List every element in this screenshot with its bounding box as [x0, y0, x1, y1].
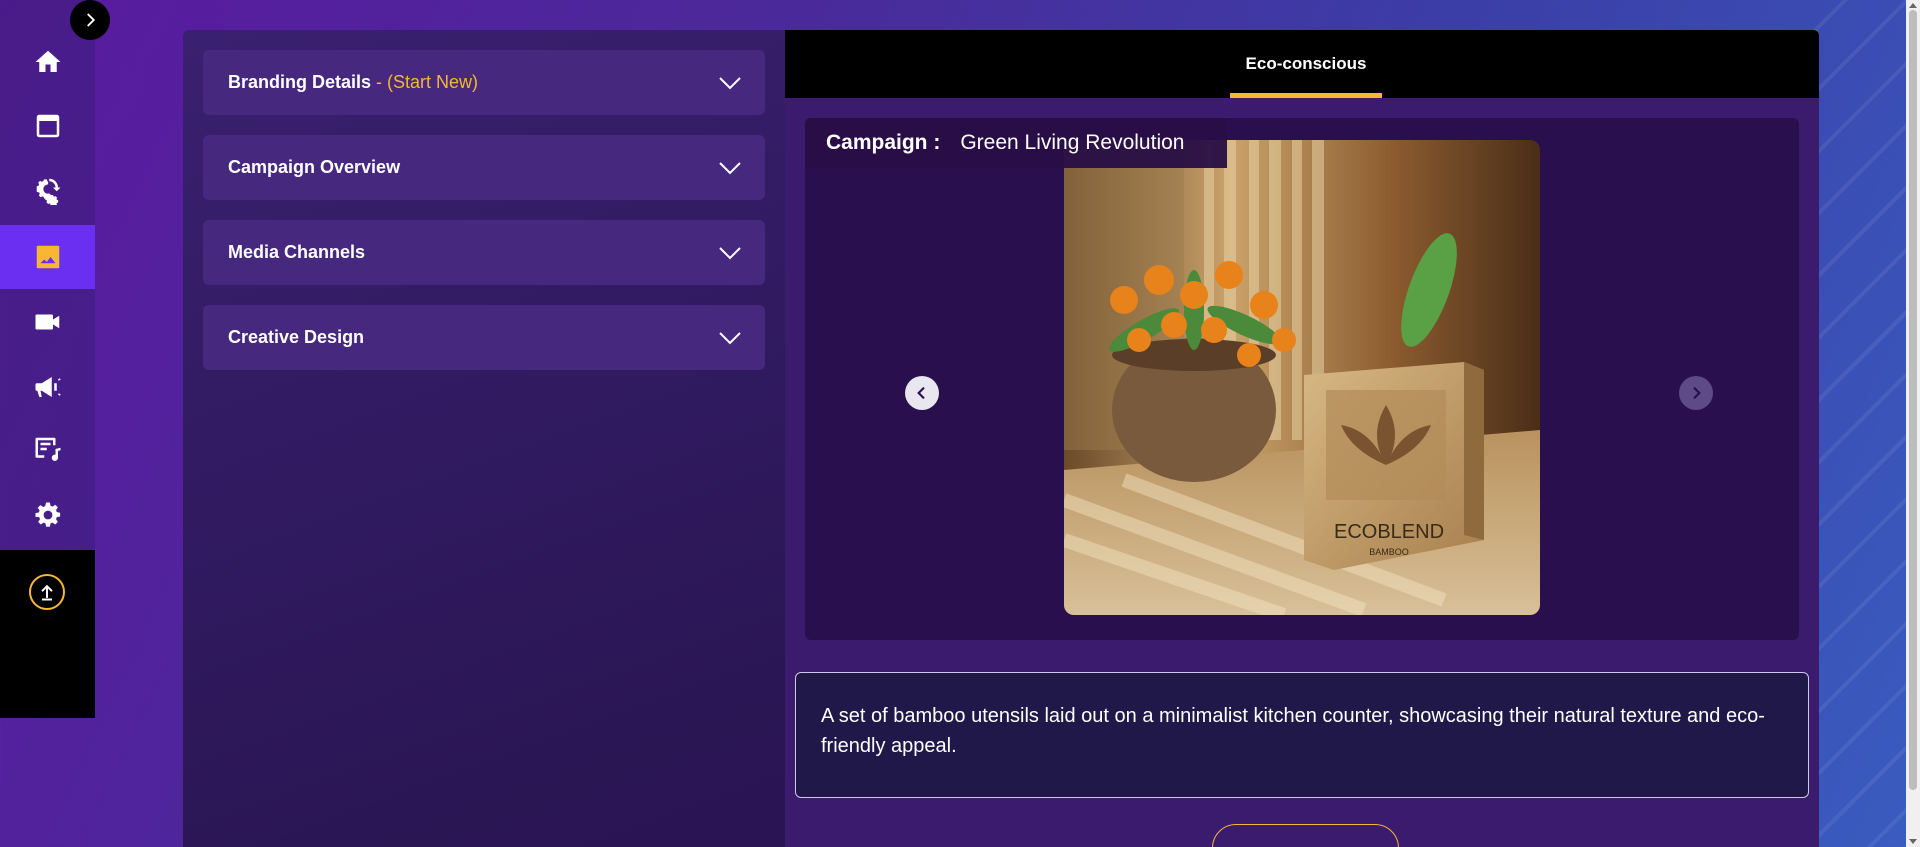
page-scrollbar[interactable]: [1906, 0, 1920, 847]
generate-button[interactable]: Generate: [1212, 824, 1399, 847]
video-icon: [35, 314, 59, 330]
settings-accordion-list: Branding Details - (Start New) Campaign …: [203, 50, 765, 390]
next-image-button[interactable]: [1679, 376, 1713, 410]
accordion-title: Creative Design: [228, 327, 365, 347]
chevron-down-icon: [719, 76, 741, 89]
campaign-key: Campaign :: [826, 131, 941, 154]
image-brand-subtext: BAMBOO: [1369, 547, 1409, 557]
accordion-creative-design[interactable]: Creative Design: [203, 305, 765, 370]
upload-icon: [41, 584, 53, 601]
megaphone-icon: [35, 377, 61, 397]
accordion-campaign-overview[interactable]: Campaign Overview: [203, 135, 765, 200]
tab-active-indicator: [1230, 93, 1382, 98]
sidebar: [0, 0, 95, 718]
tab-eco-conscious[interactable]: Eco-conscious: [1230, 30, 1382, 98]
sidebar-item-audio[interactable]: [0, 417, 95, 481]
accordion-branding-details[interactable]: Branding Details - (Start New): [203, 50, 765, 115]
sidebar-item-automation[interactable]: [0, 158, 95, 222]
preview-panel: Eco-conscious Campaign : Green Living Re…: [785, 30, 1819, 847]
tab-label: Eco-conscious: [1245, 54, 1367, 73]
campaign-name: Green Living Revolution: [960, 131, 1185, 154]
sidebar-item-images[interactable]: [0, 225, 95, 289]
window-icon: [36, 114, 59, 138]
upload-button[interactable]: [29, 574, 65, 610]
sidebar-item-window[interactable]: [0, 94, 95, 158]
sidebar-toggle-button[interactable]: [70, 0, 110, 40]
image-gallery: Campaign : Green Living Revolution ECOBL…: [805, 118, 1799, 640]
accordion-title: Campaign Overview: [228, 157, 401, 177]
chevron-left-icon: [917, 386, 925, 400]
chevron-right-icon: [87, 13, 96, 27]
chevron-down-icon: [719, 161, 741, 174]
generated-image: ECOBLEND BAMBOO: [1064, 140, 1540, 615]
scroll-thumb[interactable]: [1909, 10, 1917, 790]
image-prompt-input[interactable]: A set of bamboo utensils laid out on a m…: [795, 672, 1809, 798]
campaign-label: Campaign : Green Living Revolution: [805, 118, 1227, 168]
chevron-right-icon: [1693, 386, 1701, 400]
sidebar-item-video[interactable]: [0, 290, 95, 354]
sidebar-item-settings[interactable]: [0, 483, 95, 547]
product-image: ECOBLEND BAMBOO: [1064, 140, 1540, 615]
chevron-down-icon: [719, 331, 741, 344]
scroll-down-icon[interactable]: [1909, 839, 1917, 844]
accordion-media-channels[interactable]: Media Channels: [203, 220, 765, 285]
chevron-down-icon: [719, 246, 741, 259]
accordion-title: Branding Details - (Start New): [228, 72, 479, 92]
accordion-title: Media Channels: [228, 242, 366, 262]
music-note-list-icon: [35, 437, 60, 461]
gear-icon: [35, 502, 60, 527]
home-icon: [35, 50, 60, 72]
previous-image-button[interactable]: [905, 376, 939, 410]
main-panel: Branding Details - (Start New) Campaign …: [183, 30, 1819, 847]
settings-sync-icon: [36, 178, 60, 205]
sidebar-item-home[interactable]: [0, 30, 95, 94]
image-brand-text: ECOBLEND: [1334, 521, 1444, 543]
tab-bar: Eco-conscious: [785, 30, 1819, 98]
scroll-up-icon[interactable]: [1909, 3, 1917, 8]
image-icon: [36, 245, 59, 269]
sidebar-item-campaigns[interactable]: [0, 355, 95, 419]
